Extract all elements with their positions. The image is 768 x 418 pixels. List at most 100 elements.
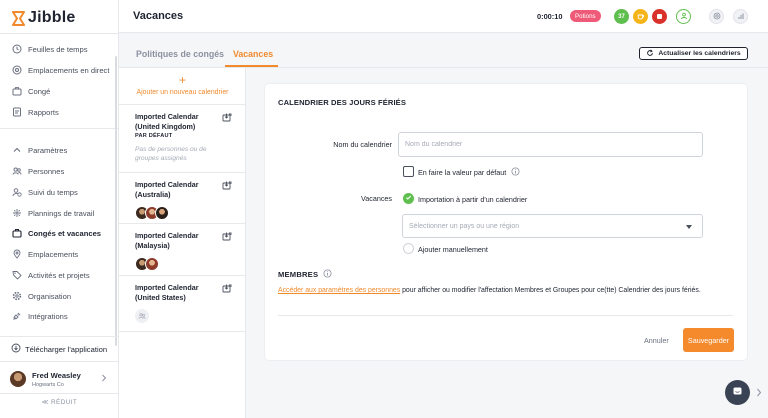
country-select[interactable]: Sélectionner un pays ou une région <box>402 214 703 238</box>
add-manually-radio[interactable] <box>403 243 414 254</box>
default-checkbox-label-row: En faire la valeur par défaut <box>418 167 520 178</box>
help-icon <box>713 12 721 22</box>
help-button[interactable] <box>709 9 724 24</box>
holidays-label: Vacances <box>360 194 392 203</box>
user-name: Fred Weasley <box>32 370 81 380</box>
calendar-item-united-states[interactable]: Imported Calendar (United States) <box>119 276 246 332</box>
country-select-placeholder: Sélectionner un pays ou une région <box>409 222 520 230</box>
imported-calendar-icon <box>222 181 232 192</box>
cancel-button[interactable]: Annuler <box>644 336 669 345</box>
calendar-item-australia[interactable]: Imported Calendar (Australia) <box>119 173 246 224</box>
stop-timer-button[interactable] <box>652 9 667 24</box>
sidebar-item-organization[interactable]: Organisation <box>0 287 116 305</box>
sidebar-item-label: Emplacements en direct <box>28 65 110 75</box>
chevron-right-icon[interactable] <box>756 388 762 399</box>
user-clock-icon <box>12 187 22 197</box>
timer: 0:00:10 <box>537 12 563 21</box>
tabs-bar: Politiques de congés Vacances Actualiser… <box>119 33 768 68</box>
plug-icon <box>12 311 22 321</box>
location-pin-icon <box>12 249 22 259</box>
clock-icon <box>12 44 22 54</box>
info-icon[interactable] <box>323 269 332 280</box>
reports-button[interactable] <box>733 9 748 24</box>
sidebar-item-reports[interactable]: Rapports <box>0 103 116 121</box>
count-button[interactable]: 37 <box>614 9 629 24</box>
sidebar-item-label: Plannings de travail <box>28 208 95 218</box>
schedule-icon <box>12 208 22 218</box>
clock-in-button[interactable] <box>676 9 691 24</box>
sidebar-item-locations[interactable]: Emplacements <box>0 245 116 263</box>
imported-calendar-icon <box>222 232 232 243</box>
collapse-sidebar-button[interactable]: ≪ RÉDUIT <box>0 398 119 406</box>
no-members-text: Pas de personnes ou de groupes assignés <box>135 146 207 162</box>
stop-icon <box>657 14 662 19</box>
sidebar-divider <box>0 33 119 34</box>
calendar-name: Imported Calendar (United States) <box>135 283 199 302</box>
chevron-up-icon <box>12 145 22 155</box>
chat-button[interactable] <box>725 380 750 405</box>
calendar-item-malaysia[interactable]: Imported Calendar (Malaysia) <box>119 224 246 276</box>
members-title-text: MEMBRES <box>278 270 319 279</box>
sidebar-item-label: Emplacements <box>28 249 79 259</box>
report-icon <box>12 107 22 117</box>
sidebar: Jibble Feuilles de temps Emplacements en… <box>0 0 119 418</box>
logo-text: Jibble <box>28 9 76 26</box>
sidebar-item-label: Congés et vacances <box>28 228 102 238</box>
tag-icon <box>12 270 22 280</box>
briefcase-icon <box>12 86 22 96</box>
people-settings-link[interactable]: Accéder aux paramètres des personnes <box>278 287 400 294</box>
sidebar-item-people[interactable]: Personnes <box>0 162 116 180</box>
check-icon <box>405 194 412 203</box>
info-icon[interactable] <box>511 167 520 178</box>
sidebar-item-label: Rapports <box>28 107 59 117</box>
location-pin-icon <box>12 65 22 75</box>
briefcase-icon <box>12 228 22 238</box>
sidebar-item-settings[interactable]: Paramètres <box>0 141 116 159</box>
refresh-calendars-button[interactable]: Actualiser les calendriers <box>639 47 748 60</box>
tab-holidays[interactable]: Vacances <box>233 49 273 59</box>
sidebar-item-live-locations[interactable]: Emplacements en direct <box>0 61 116 79</box>
logo[interactable]: Jibble <box>12 8 75 28</box>
sidebar-item-label: Congé <box>28 86 51 96</box>
jibble-logo-icon <box>12 10 25 26</box>
sidebar-divider <box>0 336 119 337</box>
caret-down-icon <box>686 225 692 229</box>
user-org: Hogwarts Co <box>32 381 64 388</box>
avatar <box>155 206 169 220</box>
person-icon <box>680 12 688 22</box>
sidebar-item-activities-projects[interactable]: Activités et projets <box>0 266 116 284</box>
sidebar-scrollbar[interactable] <box>115 56 117 346</box>
sidebar-item-work-schedules[interactable]: Plannings de travail <box>0 204 116 222</box>
bar-chart-icon <box>737 12 745 22</box>
calendar-name: Imported Calendar (Australia) <box>135 180 199 199</box>
user-menu[interactable]: Fred Weasley Hogwarts Co <box>10 368 110 390</box>
plus-icon: + <box>178 73 186 87</box>
members-description: Accéder aux paramètres des personnes pou… <box>278 287 701 294</box>
calendar-item-united-kingdom[interactable]: Imported Calendar (United Kingdom) PAR D… <box>119 105 246 173</box>
import-calendar-label: Importation à partir d'un calendrier <box>418 195 528 204</box>
members-section-title: MEMBRES <box>278 269 332 280</box>
gear-icon <box>12 291 22 301</box>
download-app-link[interactable]: Télécharger l'application <box>11 343 107 355</box>
tab-leave-policies[interactable]: Politiques de congés <box>136 49 224 59</box>
chat-icon <box>732 386 743 399</box>
break-button[interactable] <box>633 9 648 24</box>
active-tab-indicator <box>225 65 278 67</box>
calendar-list: + Ajouter un nouveau calendrier Imported… <box>119 68 246 418</box>
sidebar-item-integrations[interactable]: Intégrations <box>0 307 116 325</box>
sidebar-item-label: Paramètres <box>28 145 68 155</box>
default-checkbox[interactable] <box>403 166 414 177</box>
download-icon <box>11 343 21 355</box>
save-button[interactable]: Sauvegarder <box>683 328 734 352</box>
calendar-name-input[interactable] <box>398 132 703 157</box>
project-badge[interactable]: Potions <box>570 10 601 22</box>
import-calendar-radio[interactable] <box>403 193 414 204</box>
sidebar-divider <box>0 393 119 394</box>
sidebar-item-time-tracking[interactable]: Suivi du temps <box>0 183 116 201</box>
sidebar-item-timesheets[interactable]: Feuilles de temps <box>0 40 116 58</box>
chevron-right-icon <box>101 374 107 384</box>
add-calendar-button[interactable]: + Ajouter un nouveau calendrier <box>119 68 246 105</box>
sidebar-item-leave-and-holidays[interactable]: Congés et vacances <box>0 224 116 242</box>
sidebar-item-label: Intégrations <box>28 311 68 321</box>
sidebar-item-leave[interactable]: Congé <box>0 82 116 100</box>
